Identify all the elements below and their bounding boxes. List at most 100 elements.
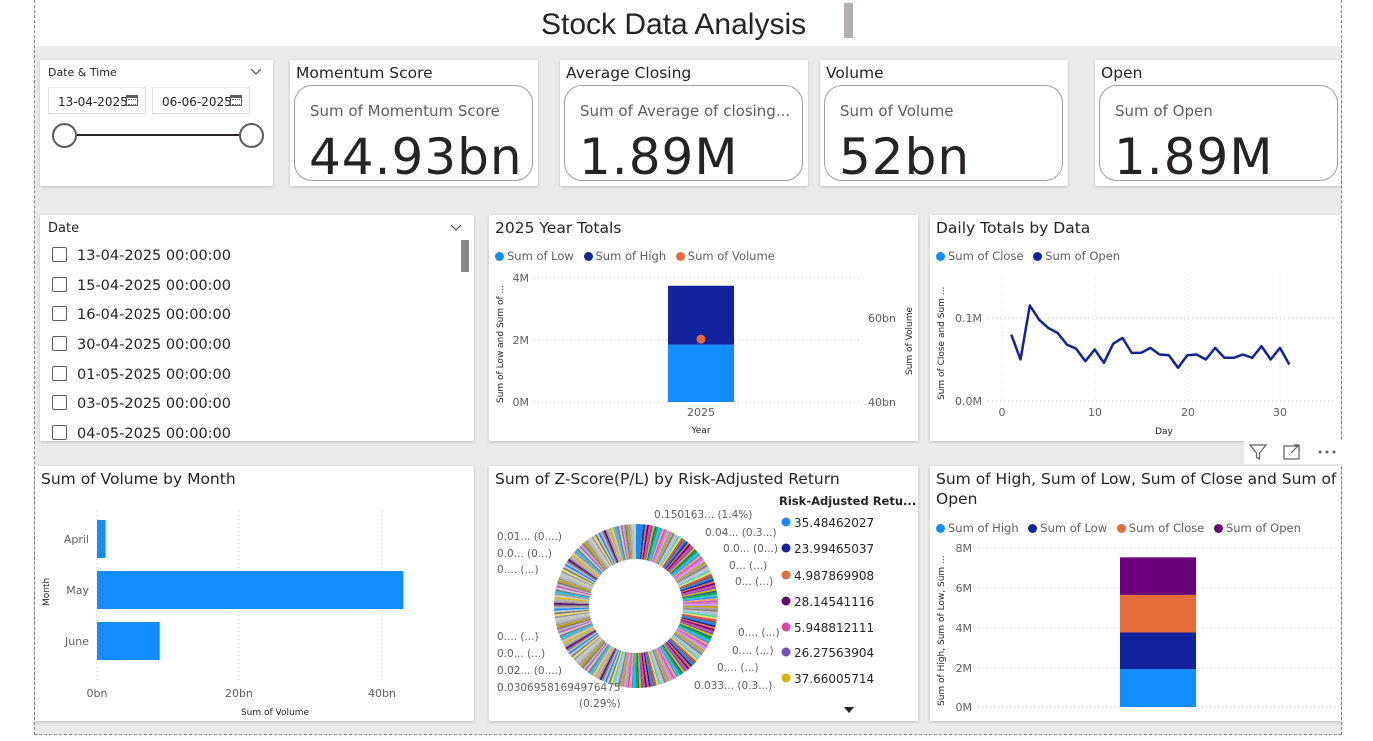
list-item[interactable]: 01-05-2025 00:00:00: [52, 366, 231, 383]
bar-sum-of-low[interactable]: [1120, 632, 1196, 670]
start-date-input[interactable]: 13-04-2025: [48, 87, 146, 114]
y-tick: May: [66, 584, 89, 597]
checkbox[interactable]: [52, 247, 67, 262]
kpi-title: Volume: [826, 64, 884, 82]
kpi-label: Sum of Momentum Score: [310, 102, 500, 120]
y-axis-label: Month: [42, 578, 52, 606]
date-range-slicer[interactable]: Date & Time 13-04-2025 06-06-2025: [40, 60, 273, 186]
legend-scroll-down-icon: [844, 707, 854, 713]
zscore-svg: 0.150163... (1.4%) 0.04... (0.3...) 0.0.…: [497, 494, 916, 713]
bar-sum-of-open[interactable]: [1120, 557, 1196, 595]
slice-label: (0.29%): [579, 698, 621, 710]
bar-sum-of-close[interactable]: [1120, 594, 1196, 633]
stacked-column-chart[interactable]: Sum of High, Sum of Low, Sum of Close an…: [930, 466, 1341, 721]
list-item[interactable]: 03-05-2025 00:00:00: [52, 395, 231, 412]
calendar-icon[interactable]: [230, 95, 242, 106]
chevron-down-icon[interactable]: [450, 224, 462, 232]
slice-label: 0.02... (0....): [497, 665, 562, 677]
kpi-card-average-closing: Average Closing Sum of Average of closin…: [560, 60, 808, 186]
x-tick: 20bn: [225, 687, 253, 700]
kpi-card-momentum: Momentum Score Sum of Momentum Score 44.…: [290, 60, 538, 186]
volume-by-month-chart[interactable]: Sum of Volume by Month Month April May Jun…: [35, 466, 474, 721]
bar-sum-of-high[interactable]: [1120, 669, 1196, 707]
slice-label: 0.0... (0...): [723, 543, 778, 555]
slider-handle-start[interactable]: [52, 123, 77, 148]
list-item[interactable]: 15-04-2025 00:00:00: [52, 277, 231, 294]
kpi-box: Sum of Momentum Score 44.93bn: [294, 85, 533, 181]
end-date-value: 06-06-2025: [162, 95, 232, 109]
year-totals-chart[interactable]: 2025 Year Totals Sum of Low Sum of High …: [489, 215, 918, 441]
line-sum-of-open: [1010, 304, 1291, 370]
slice-label: 0.150163... (1.4%): [654, 509, 752, 521]
bar-may[interactable]: [97, 571, 404, 609]
list-item-label: 04-05-2025 00:00:00: [77, 426, 231, 441]
list-item[interactable]: 30-04-2025 00:00:00: [52, 336, 231, 353]
date-list-slicer[interactable]: Date 13-04-2025 00:00:00 15-04-2025 00:0…: [40, 215, 474, 441]
y-tick: 4M: [956, 622, 973, 635]
y2-tick: 60bn: [868, 312, 896, 325]
x-tick: 0: [999, 406, 1006, 419]
y2-tick: 40bn: [868, 396, 896, 409]
kpi-value: 44.93bn: [309, 128, 523, 181]
checkbox[interactable]: [52, 336, 67, 351]
slice-label: 0.... (...): [732, 645, 774, 657]
y-left-axis-label: Sum of Low and Sum of ...: [496, 285, 506, 403]
end-date-input[interactable]: 06-06-2025: [152, 87, 250, 114]
zscore-donut-chart[interactable]: Sum of Z-Score(P/L) by Risk-Adjusted Ret…: [489, 466, 918, 721]
slice-label: 0.04... (0.3...): [705, 527, 777, 539]
x-axis-label: Day: [1155, 427, 1173, 437]
donut-hole: [589, 559, 683, 653]
checkbox[interactable]: [52, 425, 67, 440]
volume-by-month-svg: Month April May June 0bn 20bn 40bn Sum of …: [42, 511, 404, 718]
legend-dot: [781, 570, 791, 580]
slice-label: 0.033... (0.3...): [694, 680, 772, 692]
y-tick: 2M: [513, 334, 530, 347]
checkbox[interactable]: [52, 277, 67, 292]
kpi-box: Sum of Average of closing... 1.89M: [564, 85, 803, 181]
y-tick: 4M: [513, 272, 530, 285]
scrollbar-thumb[interactable]: [461, 240, 469, 272]
slider-handle-end[interactable]: [239, 123, 264, 148]
y-right-axis-label: Sum of Volume: [905, 306, 915, 375]
slice-label: 0.0... (0...): [497, 548, 552, 560]
more-options-icon[interactable]: [1316, 443, 1338, 461]
stacked-svg: Sum of High, Sum of Low, Sum ... 8M 6M 4…: [937, 542, 1335, 714]
calendar-icon[interactable]: [126, 95, 138, 106]
bar-sum-of-low: [668, 344, 734, 402]
daily-totals-chart[interactable]: Daily Totals by Data Sum of Close Sum of…: [930, 215, 1341, 441]
checkbox[interactable]: [52, 395, 67, 410]
kpi-box: Sum of Volume 52bn: [824, 85, 1063, 181]
slicer-title: Date & Time: [48, 66, 117, 79]
kpi-box: Sum of Open 1.89M: [1099, 85, 1338, 181]
slice-label: 0... (...): [735, 576, 773, 588]
slice-label: 0.03069581694976475: [497, 682, 621, 694]
legend-label: 35.48462027: [794, 516, 874, 530]
y-tick: 0.0M: [955, 395, 982, 408]
bar-april[interactable]: [97, 520, 106, 558]
legend-label: 26.27563904: [794, 646, 874, 660]
legend-dot: [781, 673, 791, 683]
x-tick: 40bn: [368, 687, 396, 700]
legend-label: 5.948812111: [794, 621, 874, 635]
x-axis-label: Year: [690, 426, 710, 436]
x-tick: 20: [1181, 406, 1195, 419]
chevron-down-icon[interactable]: [250, 68, 262, 76]
checkbox[interactable]: [52, 306, 67, 321]
filter-icon[interactable]: [1248, 443, 1268, 461]
slider-track: [64, 134, 252, 136]
list-item-label: 01-05-2025 00:00:00: [77, 367, 231, 383]
list-item[interactable]: 13-04-2025 00:00:00: [52, 247, 231, 264]
list-item[interactable]: 04-05-2025 00:00:00: [52, 425, 231, 441]
checkbox[interactable]: [52, 366, 67, 381]
y-tick: 0.1M: [955, 312, 982, 325]
focus-mode-icon[interactable]: [1282, 443, 1302, 461]
kpi-card-open: Open Sum of Open 1.89M: [1095, 60, 1341, 186]
list-item-label: 15-04-2025 00:00:00: [77, 278, 231, 294]
start-date-value: 13-04-2025: [58, 95, 128, 109]
slice-label: 0.01... (0....): [497, 531, 562, 543]
legend-label: 28.14541116: [794, 595, 874, 609]
list-item[interactable]: 16-04-2025 00:00:00: [52, 306, 231, 323]
bar-june[interactable]: [97, 622, 160, 660]
kpi-title: Momentum Score: [296, 64, 433, 82]
kpi-value: 1.89M: [1114, 128, 1274, 181]
